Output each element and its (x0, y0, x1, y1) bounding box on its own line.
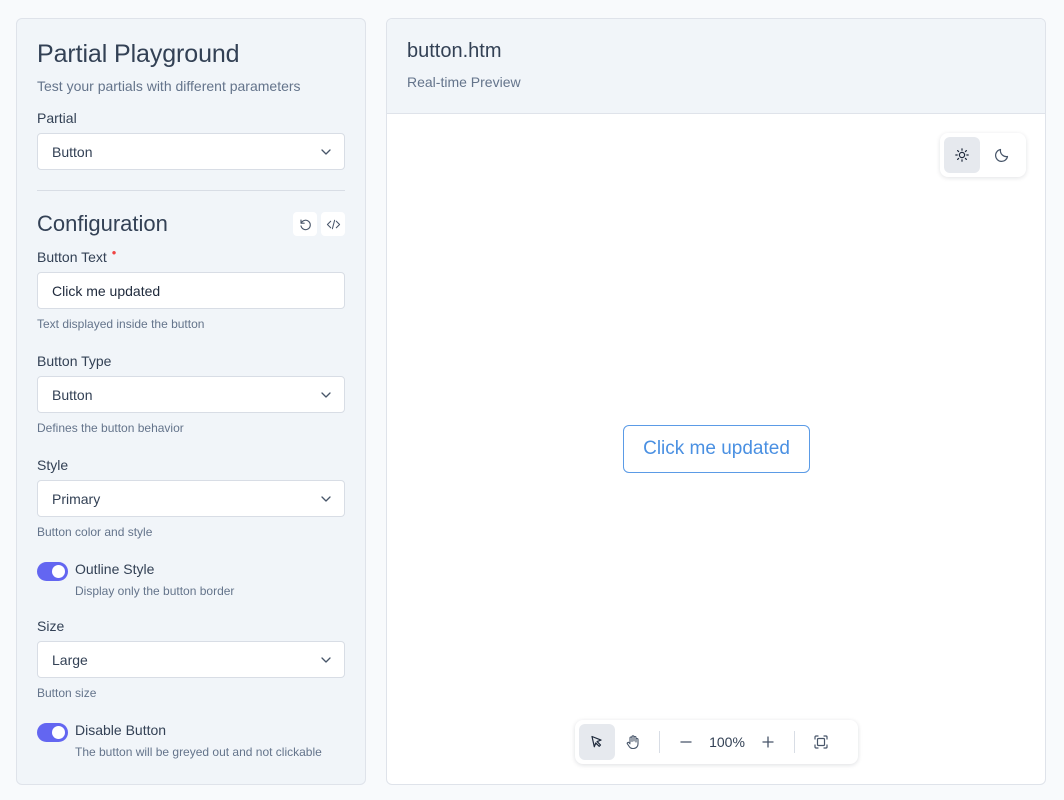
configuration-heading: Configuration (37, 211, 168, 236)
fit-screen-icon (814, 735, 828, 749)
view-code-button[interactable] (321, 212, 345, 236)
button-text-input[interactable]: Click me updated (37, 272, 345, 309)
chevron-down-icon (321, 391, 331, 398)
light-theme-button[interactable] (944, 137, 980, 173)
button-type-select[interactable]: Button (37, 376, 345, 413)
fit-to-screen-button[interactable] (803, 724, 839, 760)
chevron-down-icon (321, 495, 331, 502)
preview-button[interactable]: Click me updated (623, 425, 810, 473)
disable-button-help: The button will be greyed out and not cl… (75, 745, 322, 759)
reset-button[interactable] (293, 212, 317, 236)
size-label: Size (37, 618, 65, 634)
toolbar-divider (659, 731, 660, 753)
preview-subtitle: Real-time Preview (407, 74, 521, 90)
hand-icon (626, 735, 639, 750)
zoom-out-button[interactable] (668, 724, 704, 760)
size-select[interactable]: Large (37, 641, 345, 678)
button-text-help: Text displayed inside the button (37, 317, 205, 331)
outline-style-toggle[interactable] (37, 562, 68, 581)
preview-title: button.htm (407, 40, 502, 62)
required-indicator: • (111, 245, 117, 260)
pan-tool-button[interactable] (615, 724, 651, 760)
partial-label: Partial (37, 110, 77, 126)
toggle-knob (52, 565, 65, 578)
theme-switcher (940, 133, 1026, 177)
code-icon (326, 219, 340, 229)
plus-icon (762, 736, 774, 748)
disable-button-label: Disable Button (75, 722, 167, 738)
outline-style-label: Outline Style (75, 561, 155, 577)
button-type-value: Button (52, 386, 93, 403)
preview-panel: button.htm Real-time Preview Click me up… (386, 18, 1046, 785)
style-select[interactable]: Primary (37, 480, 345, 517)
toggle-knob (52, 726, 65, 739)
preview-header: button.htm Real-time Preview (387, 19, 1045, 114)
zoom-level: 100% (709, 734, 745, 750)
button-type-label: Button Type (37, 353, 112, 369)
chevron-down-icon (321, 148, 331, 155)
outline-style-toggle-row: Outline Style Display only the button bo… (37, 561, 345, 598)
divider (37, 190, 345, 191)
pointer-icon (591, 735, 602, 748)
select-tool-button[interactable] (579, 724, 615, 760)
partial-select[interactable]: Button (37, 133, 345, 170)
zoom-in-button[interactable] (750, 724, 786, 760)
page-title: Partial Playground (37, 40, 240, 68)
chevron-down-icon (321, 656, 331, 663)
minus-icon (680, 741, 692, 743)
disable-button-toggle-row: Disable Button The button will be greyed… (37, 722, 345, 759)
size-value: Large (52, 651, 88, 668)
size-help: Button size (37, 686, 97, 700)
partial-select-value: Button (52, 143, 93, 160)
page-subtitle: Test your partials with different parame… (37, 78, 301, 94)
reset-icon (299, 218, 311, 230)
style-help: Button color and style (37, 525, 153, 539)
button-type-help: Defines the button behavior (37, 421, 184, 435)
config-sidebar: Partial Playground Test your partials wi… (16, 18, 366, 785)
outline-style-help: Display only the button border (75, 584, 235, 598)
disable-button-toggle[interactable] (37, 723, 68, 742)
style-label: Style (37, 457, 69, 473)
style-value: Primary (52, 490, 101, 507)
button-text-label: Button Text • (37, 245, 345, 265)
button-text-label-text: Button Text (37, 249, 107, 265)
sun-icon (955, 148, 969, 162)
dark-theme-button[interactable] (984, 137, 1020, 173)
moon-icon (995, 148, 1009, 162)
canvas-toolbar: 100% (575, 720, 858, 764)
toolbar-divider (794, 731, 795, 753)
